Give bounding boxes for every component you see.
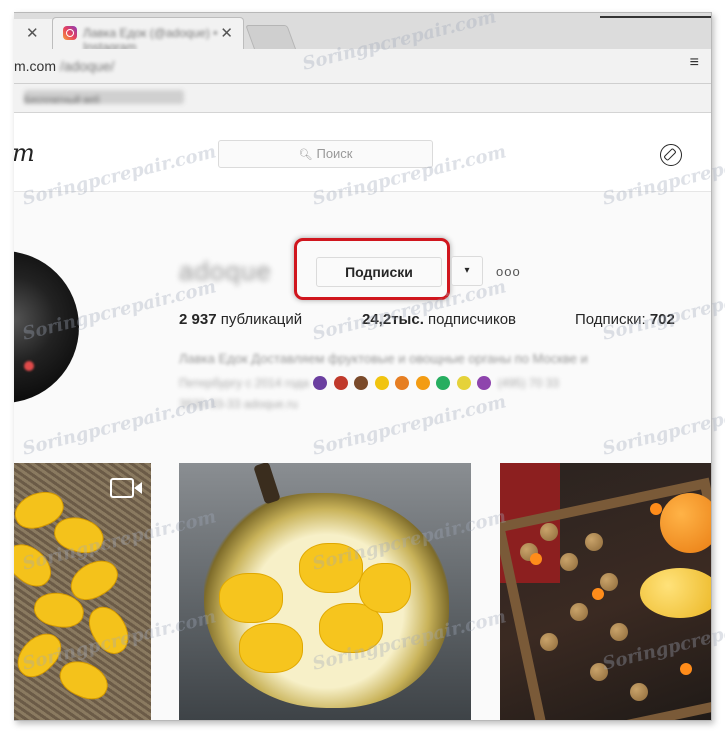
strawberry-icon [333,375,348,390]
tab-strip: ✕ Лавка Едок (@adoque) • Instagram ✕ [14,13,711,54]
post-thumbnail-durian[interactable] [179,463,471,720]
longan [610,623,628,641]
url-text[interactable]: m.com /adoque/ [14,58,114,74]
bio-city: Петербургу с 2014 года [179,376,310,390]
physalis [530,553,542,565]
url-path: /adoque/ [59,58,115,74]
eggplant-icon [477,375,492,390]
following-button[interactable]: Подписки [316,257,442,287]
tab-instagram[interactable]: Лавка Едок (@adoque) • Instagram ✕ [52,17,244,54]
search-icon: 🔍︎ [298,149,313,161]
instagram-favicon-icon [63,26,77,40]
bio-link[interactable]: 3930-33-33 adoque.ru [179,397,298,411]
longan [540,633,558,651]
orange-icon [415,375,430,390]
bookmark-item[interactable]: Бесплатный веб [24,90,184,106]
address-bar[interactable]: m.com /adoque/ ≡ [14,49,711,84]
search-placeholder: Поиск [316,146,353,161]
following-stat[interactable]: Подписки: 702 [575,311,675,328]
browser-window: ✕ Лавка Едок (@adoque) • Instagram ✕ m.c… [14,12,712,721]
physalis [592,588,604,600]
longan [585,533,603,551]
durian-flesh [239,623,303,673]
following-label: Подписки: [575,311,646,328]
posts-label: публикаций [220,311,303,328]
physalis [680,663,692,675]
durian-flesh [219,573,283,623]
physalis [650,503,662,515]
more-options-icon[interactable]: ooo [496,264,521,279]
longan [570,603,588,621]
bookmarks-bar: Бесплатный веб [14,84,711,113]
posts-count: 2 937 [179,311,217,328]
menu-icon[interactable]: ≡ [690,54,699,72]
mango-slice [14,535,60,595]
followers-stat[interactable]: 24,2тыс. подписчиков [362,311,516,328]
username: adoque [179,256,272,286]
bio-phone: (495) 70 33 [497,376,559,390]
durian-stem [253,463,281,505]
longan [600,573,618,591]
compass-icon[interactable] [660,144,682,166]
post-thumbnail-fruit-tray[interactable] [500,463,711,720]
close-icon[interactable]: ✕ [220,24,233,42]
longan [590,663,608,681]
peach-icon [395,375,410,390]
mango-slice [50,512,108,558]
following-count: 702 [649,311,675,328]
new-tab-button[interactable] [245,25,297,51]
search-input[interactable]: 🔍︎ Поиск [218,140,433,168]
orange-fruit [660,493,711,553]
leaf-icon [436,375,451,390]
chestnut-icon [354,375,369,390]
lemon-icon [456,375,471,390]
grape-icon [313,375,328,390]
window-controls [600,16,711,24]
instagram-header: m 🔍︎ Поиск [14,113,711,192]
mango-slice [81,599,137,661]
durian-flesh [359,563,411,613]
post-thumbnail-mango[interactable] [14,463,151,720]
close-icon[interactable]: ✕ [26,24,39,42]
followers-count: 24,2тыс. [362,311,424,328]
mango-slice [54,654,114,706]
banana-icon [374,375,389,390]
longan [540,523,558,541]
bio-text: Лавка Едок Доставляем фруктовые и овощны… [179,351,588,366]
posts-stat: 2 937 публикаций [179,311,302,328]
durian-flesh [299,543,363,593]
dropdown-button[interactable]: ▾ [451,256,483,286]
video-camera-icon [110,478,142,498]
longan [560,553,578,571]
url-domain: m.com [14,58,56,74]
instagram-logo[interactable]: m [14,139,35,167]
mango-fruit [640,568,711,618]
bio-line-2: Петербургу с 2014 года (495) 70 33 [179,374,709,392]
previous-tab[interactable]: ✕ [14,19,52,49]
avatar[interactable] [14,251,79,403]
followers-label: подписчиков [428,311,517,328]
bookmark-label: Бесплатный веб [24,95,100,106]
longan [630,683,648,701]
